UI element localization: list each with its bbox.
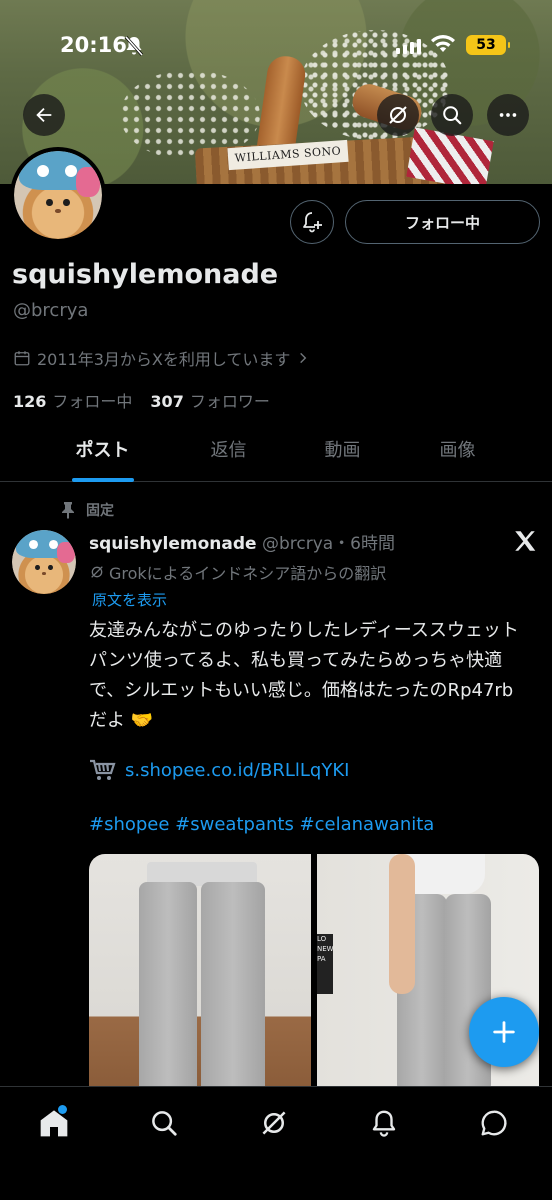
grok-small-icon <box>91 566 103 578</box>
following-label: フォロー中 <box>52 392 133 411</box>
compose-button[interactable] <box>469 997 539 1067</box>
profile-avatar[interactable] <box>10 147 106 243</box>
more-icon <box>499 113 517 117</box>
home-notification-dot <box>58 1105 67 1114</box>
post-image-1[interactable] <box>89 854 311 1086</box>
profile-handle: @brcrya <box>13 300 89 321</box>
pin-icon <box>62 502 74 519</box>
notifications-icon <box>372 1110 396 1137</box>
show-original-link[interactable]: 原文を表示 <box>92 589 167 610</box>
avatar-image <box>14 151 102 239</box>
notify-button[interactable] <box>290 200 334 244</box>
image-sign-text: LO NEW PA <box>317 934 334 994</box>
grok-nav-icon <box>262 1111 286 1135</box>
following-button[interactable]: フォロー中 <box>345 200 540 244</box>
nav-grok[interactable] <box>254 1103 294 1143</box>
more-button[interactable] <box>487 94 529 136</box>
profile-tabs: ポスト 返信 動画 画像 <box>0 430 552 482</box>
shopee-link[interactable]: s.shopee.co.id/BRLlLqYKI <box>125 760 349 781</box>
explore-icon <box>152 1111 177 1136</box>
compose-plus-icon <box>493 1021 515 1043</box>
followers-label: フォロワー <box>189 392 270 411</box>
search-button[interactable] <box>431 94 473 136</box>
post-media[interactable]: LO NEW PA <box>89 854 539 1086</box>
joined-date[interactable]: 2011年3月からXを利用しています <box>13 346 310 370</box>
followers-link[interactable]: 307 フォロワー <box>150 388 269 412</box>
follow-counts: 126 フォロー中 307 フォロワー <box>13 388 270 412</box>
messages-icon <box>481 1110 507 1136</box>
post-avatar-image <box>12 530 76 594</box>
post-author-name[interactable]: squishylemonade <box>89 534 257 554</box>
joined-text: 2011年3月からXを利用しています <box>37 350 291 369</box>
tab-images[interactable]: 画像 <box>400 430 515 482</box>
post-hashtags[interactable]: #shopee #sweatpants #celanawanita <box>89 814 434 835</box>
grok-icon <box>389 106 407 124</box>
post-header: squishylemonade @brcrya・6時間 <box>89 529 395 554</box>
nav-explore[interactable] <box>144 1103 184 1143</box>
bottom-navigation <box>0 1086 552 1200</box>
pinned-text: 固定 <box>86 503 114 519</box>
translation-text: Grokによるインドネシア語からの翻訳 <box>109 564 387 583</box>
post-text: 友達みんながこのゆったりしたレディーススウェットパンツ使ってるよ、私も買ってみた… <box>89 620 519 731</box>
post-link-line: s.shopee.co.id/BRLlLqYKI <box>89 758 349 782</box>
status-time: 20:16 <box>60 33 127 57</box>
cart-icon <box>90 759 116 780</box>
battery-indicator: 53 <box>466 35 510 55</box>
display-name: squishylemonade <box>12 259 279 290</box>
following-count: 126 <box>13 392 47 411</box>
notify-bell-icon <box>303 212 322 233</box>
nav-notifications[interactable] <box>364 1103 404 1143</box>
followers-count: 307 <box>150 392 184 411</box>
chevron-right-icon <box>300 352 307 364</box>
status-bar: 20:16 53 <box>0 0 552 90</box>
bell-off-icon <box>124 36 144 56</box>
nav-messages[interactable] <box>474 1103 514 1143</box>
post-meta: @brcrya・6時間 <box>261 534 395 554</box>
pinned-label: 固定 <box>60 500 114 520</box>
tab-videos[interactable]: 動画 <box>285 430 400 482</box>
search-icon <box>443 106 462 125</box>
grok-button[interactable] <box>377 94 419 136</box>
post-author-avatar[interactable] <box>12 530 76 594</box>
calendar-icon <box>14 351 30 366</box>
back-arrow-icon <box>36 107 52 123</box>
back-button[interactable] <box>23 94 65 136</box>
cell-signal-icon <box>396 38 421 54</box>
following-link[interactable]: 126 フォロー中 <box>13 388 132 412</box>
x-logo-icon <box>515 531 536 551</box>
tab-posts[interactable]: ポスト <box>45 430 160 482</box>
tab-replies[interactable]: 返信 <box>171 430 286 482</box>
wifi-icon <box>431 35 455 52</box>
nav-home[interactable] <box>34 1103 74 1143</box>
translation-note: Grokによるインドネシア語からの翻訳 <box>89 560 386 584</box>
